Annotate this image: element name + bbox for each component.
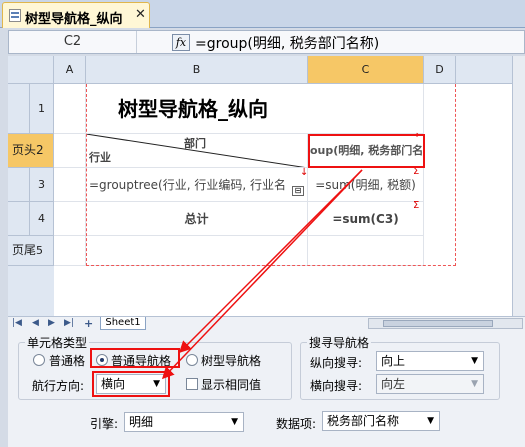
cell-a4[interactable] <box>54 202 86 236</box>
document-tab-strip: 树型导航格_纵向 ✕ <box>0 0 525 28</box>
data-item-label: 数据项: <box>276 417 317 431</box>
data-item-value: 税务部门名称 <box>327 414 400 428</box>
engine-value: 明细 <box>129 415 154 429</box>
document-icon <box>9 9 21 22</box>
formula-input[interactable]: =group(明细, 税务部门名称) <box>195 33 379 53</box>
formula-bar: C2 fx =group(明细, 税务部门名称) <box>8 30 525 54</box>
cell-properties-panel: 单元格类型 普通格 普通导航格 树型导航格 航行方向: 横向 ▼ 显示相同值 搜… <box>8 330 525 447</box>
last-sheet-icon[interactable]: ▶| <box>64 318 74 328</box>
selected-cell-highlight <box>308 134 425 168</box>
row-label-header: 页头 <box>12 143 37 157</box>
sheet-tab-bar: |◀ ◀ ▶ ▶| + Sheet1 <box>8 316 525 330</box>
horizontal-scrollbar-thumb[interactable] <box>383 320 493 327</box>
row-label-blank <box>8 202 30 236</box>
search-nav-legend: 搜寻导航格 <box>309 336 370 350</box>
tree-node-icon: ⊟ <box>292 186 304 196</box>
column-header-d[interactable]: D <box>424 56 456 84</box>
row-header-1[interactable]: 1 <box>30 84 54 134</box>
engine-label: 引擎: <box>90 417 119 431</box>
chevron-down-icon: ▼ <box>471 356 478 366</box>
row-header-2[interactable]: 页头 2 <box>8 134 54 168</box>
close-tab-icon[interactable]: ✕ <box>135 7 146 22</box>
show-same-value-label[interactable]: 显示相同值 <box>201 376 261 393</box>
sum-marker-icon: Σ <box>413 200 420 211</box>
show-same-value-checkbox[interactable] <box>186 378 198 390</box>
row-number-5: 5 <box>36 244 43 257</box>
vertical-search-label: 纵向搜寻: <box>310 356 363 370</box>
column-header-a[interactable]: A <box>54 56 86 84</box>
chevron-down-icon: ▼ <box>231 417 238 427</box>
next-sheet-icon[interactable]: ▶ <box>48 318 55 328</box>
expand-down-arrow-icon: ↓ <box>300 167 309 178</box>
first-sheet-icon[interactable]: |◀ <box>12 318 22 328</box>
cell-type-legend: 单元格类型 <box>27 336 88 350</box>
cell-reference-box[interactable]: C2 <box>9 31 137 53</box>
radio-normal-cell[interactable] <box>33 354 45 366</box>
document-tab[interactable]: 树型导航格_纵向 ✕ <box>2 2 150 28</box>
spreadsheet-grid[interactable]: A B C D 1 页头 2 3 4 页尾 5 树型导航格_纵向 部门 行业 o… <box>8 56 525 316</box>
chevron-down-icon: ▼ <box>427 416 434 426</box>
data-item-select[interactable]: 税务部门名称 ▼ <box>322 411 440 431</box>
column-header-c[interactable]: C <box>308 56 424 84</box>
direction-highlight <box>92 371 170 397</box>
function-icon[interactable]: fx <box>172 34 190 51</box>
add-sheet-icon[interactable]: + <box>84 317 93 330</box>
row-label-blank <box>8 168 30 202</box>
horizontal-search-value: 向左 <box>381 377 406 391</box>
vertical-scrollbar[interactable] <box>512 56 525 316</box>
prev-sheet-icon[interactable]: ◀ <box>32 318 39 328</box>
radio-normal-cell-label[interactable]: 普通格 <box>49 352 85 369</box>
horizontal-search-select[interactable]: 向左 ▼ <box>376 374 484 394</box>
row-label-footer: 页尾 <box>12 243 37 257</box>
direction-label: 航行方向: <box>32 379 85 393</box>
row-header-3[interactable]: 3 <box>30 168 54 202</box>
cell-a5[interactable] <box>54 236 86 266</box>
vertical-search-select[interactable]: 向上 ▼ <box>376 351 484 371</box>
row-number-2: 2 <box>36 143 44 157</box>
row-header-filler <box>8 266 54 316</box>
cell-a3[interactable] <box>54 168 86 202</box>
radio-tree-nav-cell-label[interactable]: 树型导航格 <box>201 352 261 369</box>
row-label-blank <box>8 84 30 134</box>
vertical-search-value: 向上 <box>381 354 406 368</box>
grid-corner[interactable] <box>8 56 54 84</box>
cell-a1[interactable] <box>54 84 86 134</box>
row-header-4[interactable]: 4 <box>30 202 54 236</box>
engine-select[interactable]: 明细 ▼ <box>124 412 244 432</box>
row-header-5[interactable]: 页尾 5 <box>8 236 54 266</box>
horizontal-scrollbar[interactable] <box>368 318 523 329</box>
tab-title: 树型导航格_纵向 <box>25 12 123 27</box>
chevron-down-icon: ▼ <box>471 379 478 389</box>
radio-tree-nav-cell[interactable] <box>186 354 198 366</box>
column-header-b[interactable]: B <box>86 56 308 84</box>
print-area-boundary <box>86 84 456 266</box>
sheet-tab[interactable]: Sheet1 <box>100 317 146 330</box>
horizontal-search-label: 横向搜寻: <box>310 379 363 393</box>
selected-option-highlight <box>90 348 180 368</box>
cell-a2[interactable] <box>54 134 86 168</box>
